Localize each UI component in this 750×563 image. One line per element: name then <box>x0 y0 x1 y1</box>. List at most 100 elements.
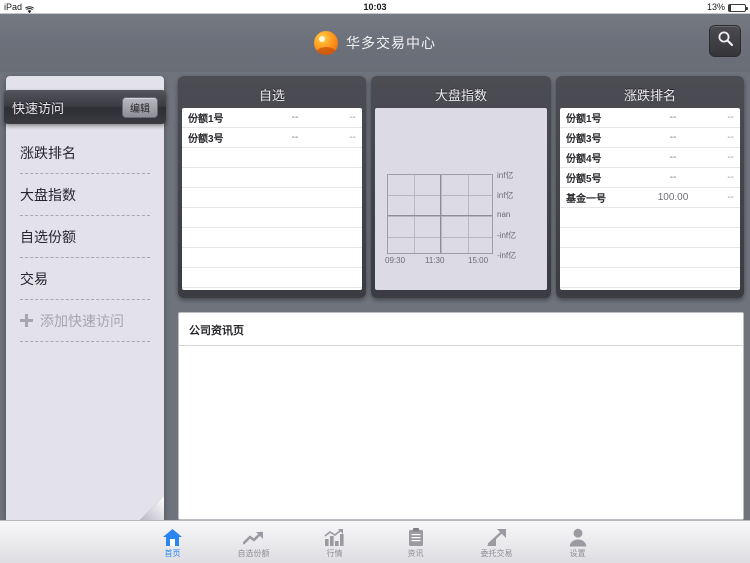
row-name: 份额5号 <box>566 174 602 185</box>
battery-percent-label: 13% <box>706 2 725 12</box>
table-row-empty <box>182 208 362 228</box>
panel-watchlist: 自选 份额1号 -- -- 份额3号 -- -- <box>178 76 366 298</box>
tab-label: 资讯 <box>407 548 424 558</box>
table-row-empty <box>560 248 740 268</box>
row-value: -- <box>669 112 677 123</box>
row-name: 份额1号 <box>566 114 602 125</box>
row-name: 份额3号 <box>188 134 224 145</box>
chart-plot-grid <box>387 174 493 254</box>
sidebar-item-label: 自选份额 <box>20 228 76 245</box>
x-tick-label: 11:30 <box>425 256 445 265</box>
chart-area: inf亿 inf亿 nan -inf亿 -inf亿 09:30 11:30 15… <box>375 108 547 290</box>
x-tick-label: 15:00 <box>468 256 489 265</box>
row-change: -- <box>349 112 356 123</box>
company-news-panel[interactable]: 公司资讯页 <box>178 312 744 520</box>
dashboard-panels: 自选 份额1号 -- -- 份额3号 -- -- 大盘指数 inf亿 inf亿 … <box>178 76 744 298</box>
search-icon <box>717 30 734 52</box>
sidebar-item-label: 大盘指数 <box>20 186 76 203</box>
quick-access-title: 快速访问 <box>12 100 65 116</box>
ranking-table[interactable]: 份额1号 -- -- 份额3号 -- -- 份额4号 -- -- 份额5号 -- <box>560 108 740 290</box>
tab-label: 行情 <box>326 548 343 558</box>
row-name: 份额3号 <box>566 134 602 145</box>
tab-home[interactable]: 首页 <box>132 521 213 563</box>
status-bar: iPad 10:03 13% <box>0 0 750 14</box>
plus-icon <box>20 314 33 327</box>
trend-arrow-icon <box>242 526 265 547</box>
person-icon <box>569 526 587 547</box>
y-tick-label: nan <box>497 210 511 219</box>
table-row[interactable]: 份额1号 -- -- <box>182 108 362 128</box>
tab-quotes[interactable]: 行情 <box>294 521 375 563</box>
row-name: 份额4号 <box>566 154 602 165</box>
clock: 10:03 <box>363 2 387 12</box>
panel-market-index: 大盘指数 inf亿 inf亿 nan -inf亿 -inf亿 09:30 11:… <box>371 76 551 298</box>
table-row[interactable]: 份额4号 -- -- <box>560 148 740 168</box>
tab-label: 自选份额 <box>237 548 270 558</box>
battery-icon <box>728 4 748 12</box>
add-quick-access-button[interactable]: 添加快速访问 <box>20 300 150 342</box>
table-row-empty <box>182 248 362 268</box>
quick-access-list: 涨跌排名 大盘指数 自选份额 交易 添加快速访问 <box>6 132 164 342</box>
tab-news[interactable]: 资讯 <box>375 521 456 563</box>
tab-settings[interactable]: 设置 <box>537 521 618 563</box>
home-icon <box>162 526 183 547</box>
table-row-empty <box>182 148 362 168</box>
sidebar-item-watchlist[interactable]: 自选份额 <box>20 216 150 258</box>
y-tick-label: inf亿 <box>497 191 514 200</box>
row-value: -- <box>291 112 299 123</box>
y-tick-label: inf亿 <box>497 171 514 180</box>
row-name: 基金一号 <box>566 194 606 205</box>
app-root: iPad 10:03 13% 华多交易中心 快速访问 编辑 涨跌排名 大盘指数 … <box>0 0 750 563</box>
top-navigation-bar: 华多交易中心 <box>0 14 750 72</box>
row-value: 100.00 <box>657 192 689 203</box>
row-value: -- <box>669 172 677 183</box>
table-row[interactable]: 份额3号 -- -- <box>182 128 362 148</box>
row-name: 份额1号 <box>188 114 224 125</box>
tab-trade-orders[interactable]: 委托交易 <box>456 521 537 563</box>
row-value: -- <box>669 152 677 163</box>
row-value: -- <box>669 132 677 143</box>
table-row-empty <box>182 228 362 248</box>
bottom-tab-bar: 首页 自选份额 行情 资讯 委托交易 设置 <box>0 520 750 563</box>
table-row-empty <box>560 268 740 288</box>
row-change: -- <box>727 172 734 183</box>
sidebar-item-label: 交易 <box>20 270 48 287</box>
table-row[interactable]: 份额1号 -- -- <box>560 108 740 128</box>
chart-horizontal-midline <box>388 215 492 216</box>
bar-chart-icon <box>324 526 345 547</box>
table-row[interactable]: 基金一号 100.00 -- <box>560 188 740 208</box>
row-change: -- <box>727 132 734 143</box>
watchlist-table[interactable]: 份额1号 -- -- 份额3号 -- -- <box>182 108 362 290</box>
panel-title: 大盘指数 <box>434 87 487 103</box>
table-row-empty <box>182 168 362 188</box>
y-tick-label: -inf亿 <box>497 251 517 260</box>
row-change: -- <box>727 112 734 123</box>
y-tick-label: -inf亿 <box>497 231 517 240</box>
market-index-chart[interactable]: inf亿 inf亿 nan -inf亿 -inf亿 09:30 11:30 15… <box>375 108 547 290</box>
sidebar-item-index[interactable]: 大盘指数 <box>20 174 150 216</box>
search-button[interactable] <box>709 25 741 57</box>
table-row-empty <box>182 188 362 208</box>
panel-title: 涨跌排名 <box>623 87 676 103</box>
tab-watchlist[interactable]: 自选份额 <box>213 521 294 563</box>
clipboard-icon <box>408 526 424 547</box>
app-logo-icon <box>314 31 338 55</box>
tab-label: 首页 <box>164 548 181 558</box>
sidebar-item-trade[interactable]: 交易 <box>20 258 150 300</box>
page-title: 华多交易中心 <box>346 35 436 51</box>
status-right: 13% <box>706 0 748 14</box>
panel-ranking: 涨跌排名 份额1号 -- -- 份额3号 -- -- 份额4号 -- -- 份额… <box>556 76 744 298</box>
sidebar-item-rank[interactable]: 涨跌排名 <box>20 132 150 174</box>
tab-label: 委托交易 <box>480 548 513 558</box>
exchange-arrows-icon <box>486 526 507 547</box>
quick-access-header: 快速访问 编辑 <box>4 90 166 124</box>
x-tick-label: 09:30 <box>385 256 406 265</box>
table-row-empty <box>560 208 740 228</box>
table-row[interactable]: 份额3号 -- -- <box>560 128 740 148</box>
row-change: -- <box>727 192 734 203</box>
add-quick-access-label: 添加快速访问 <box>40 312 124 329</box>
table-row[interactable]: 份额5号 -- -- <box>560 168 740 188</box>
brand: 华多交易中心 <box>314 31 436 55</box>
edit-button[interactable]: 编辑 <box>122 96 158 118</box>
chart-vertical-midline <box>440 175 441 253</box>
